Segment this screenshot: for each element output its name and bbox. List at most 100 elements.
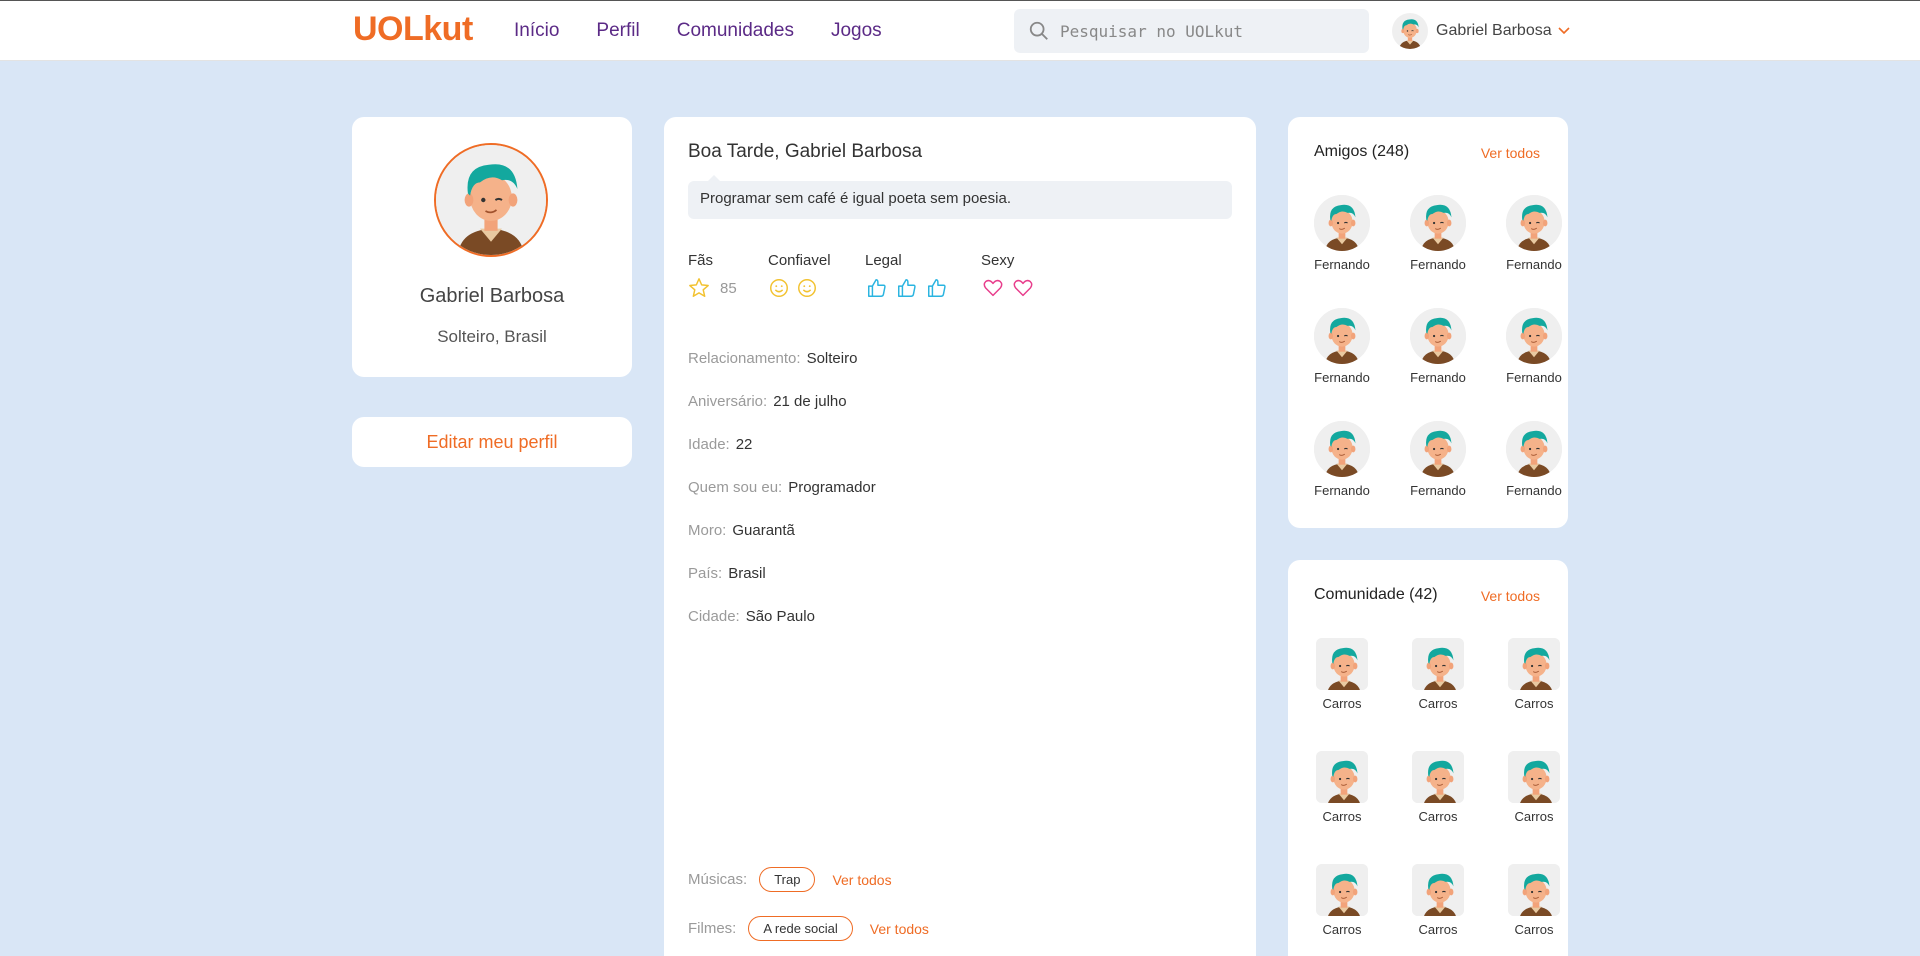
friend-item-avatar — [1410, 308, 1466, 364]
edit-profile-label: Editar meu perfil — [426, 431, 558, 452]
friend-item-avatar — [1506, 308, 1562, 364]
star-icon — [689, 278, 709, 297]
stat-fans: Fãs 85 — [688, 252, 737, 299]
friend-item-name: Fernando — [1506, 257, 1562, 272]
community-item[interactable]: Carros — [1494, 751, 1574, 824]
community-item-avatar — [1412, 864, 1464, 916]
friend-item-avatar — [1410, 195, 1466, 251]
friend-item[interactable]: Fernando — [1302, 195, 1382, 272]
community-item-avatar — [1316, 864, 1368, 916]
greeting: Boa Tarde, Gabriel Barbosa — [688, 141, 923, 162]
community-item-name: Carros — [1514, 696, 1554, 711]
edit-profile-button[interactable]: Editar meu perfil — [352, 417, 632, 467]
community-item-name: Carros — [1322, 922, 1362, 937]
friend-item[interactable]: Fernando — [1494, 195, 1574, 272]
friend-item[interactable]: Fernando — [1398, 195, 1478, 272]
main-nav: Início Perfil Comunidades Jogos — [514, 20, 919, 42]
movies-tag[interactable]: A rede social — [748, 916, 853, 941]
community-item-name: Carros — [1322, 809, 1362, 824]
community-item-name: Carros — [1514, 809, 1554, 824]
info-key: Moro: — [688, 522, 727, 539]
stat-cool-label: Legal — [865, 252, 902, 269]
community-item[interactable]: Carros — [1302, 864, 1382, 937]
user-menu[interactable]: Gabriel Barbosa — [1392, 13, 1570, 49]
info-country: País: Brasil — [688, 565, 766, 582]
friend-item[interactable]: Fernando — [1398, 308, 1478, 385]
info-value: Guarantã — [732, 522, 795, 539]
movies-see-all-link[interactable]: Ver todos — [870, 921, 929, 937]
stat-trust-label: Confiavel — [768, 252, 831, 269]
info-value: 21 de julho — [773, 393, 847, 410]
profile-avatar — [434, 143, 548, 257]
friend-item[interactable]: Fernando — [1302, 308, 1382, 385]
info-key: Relacionamento: — [688, 350, 801, 367]
search-box — [1014, 9, 1369, 53]
community-item-avatar — [1412, 751, 1464, 803]
info-value: São Paulo — [745, 608, 815, 625]
communities-title: Comunidade (42) — [1314, 586, 1438, 603]
thumbs-up-icon[interactable] — [865, 277, 889, 299]
music-tag[interactable]: Trap — [759, 867, 816, 892]
info-who-am-i: Quem sou eu: Programador — [688, 479, 876, 496]
friends-see-all-link[interactable]: Ver todos — [1481, 145, 1540, 161]
smiley-icon[interactable] — [768, 277, 790, 299]
friend-item[interactable]: Fernando — [1398, 421, 1478, 498]
community-item-name: Carros — [1418, 922, 1458, 937]
search-icon — [1029, 21, 1048, 40]
info-key: Idade: — [688, 436, 730, 453]
search-input[interactable] — [1060, 21, 1350, 41]
community-item[interactable]: Carros — [1398, 638, 1478, 711]
community-item[interactable]: Carros — [1302, 751, 1382, 824]
profile-name: Gabriel Barbosa — [419, 285, 565, 307]
info-value: Brasil — [728, 565, 766, 582]
friend-item-avatar — [1314, 308, 1370, 364]
nav-comunidades[interactable]: Comunidades — [677, 20, 794, 42]
info-relationship: Relacionamento: Solteiro — [688, 350, 857, 367]
nav-perfil[interactable]: Perfil — [596, 20, 639, 42]
communities-see-all-link[interactable]: Ver todos — [1481, 588, 1540, 604]
community-item[interactable]: Carros — [1302, 638, 1382, 711]
info-city: Cidade: São Paulo — [688, 608, 815, 625]
info-lives: Moro: Guarantã — [688, 522, 795, 539]
community-item-avatar — [1508, 638, 1560, 690]
chevron-down-icon — [1558, 27, 1570, 35]
community-item[interactable]: Carros — [1494, 638, 1574, 711]
info-value: 22 — [735, 436, 753, 453]
community-item[interactable]: Carros — [1398, 864, 1478, 937]
logo[interactable]: UOLkut — [353, 10, 473, 49]
nav-jogos[interactable]: Jogos — [831, 20, 882, 42]
community-item-name: Carros — [1418, 696, 1458, 711]
friend-item-name: Fernando — [1410, 257, 1466, 272]
movies-label: Filmes: — [688, 920, 737, 937]
music-row: Músicas: Trap Ver todos — [688, 867, 892, 892]
communities-card: Comunidade (42) Ver todos Carros Carros Ca… — [1288, 560, 1568, 956]
community-item-name: Carros — [1514, 922, 1554, 937]
friend-item-name: Fernando — [1314, 257, 1370, 272]
nav-inicio[interactable]: Início — [514, 20, 559, 42]
friend-item[interactable]: Fernando — [1494, 421, 1574, 498]
thumbs-up-icon[interactable] — [925, 277, 949, 299]
info-age: Idade: 22 — [688, 436, 752, 453]
info-value: Solteiro — [806, 350, 858, 367]
friend-item-name: Fernando — [1410, 483, 1466, 498]
heart-icon[interactable] — [1011, 277, 1035, 299]
friend-item[interactable]: Fernando — [1302, 421, 1382, 498]
movies-row: Filmes: A rede social Ver todos — [688, 916, 929, 941]
main-profile-panel: Boa Tarde, Gabriel Barbosa Programar sem… — [664, 117, 1256, 956]
community-item[interactable]: Carros — [1398, 751, 1478, 824]
community-item-avatar — [1508, 864, 1560, 916]
friend-item-avatar — [1314, 421, 1370, 477]
profile-status: Solteiro, Brasil — [437, 327, 547, 346]
profile-card: Gabriel Barbosa Solteiro, Brasil — [352, 117, 632, 377]
heart-icon[interactable] — [981, 277, 1005, 299]
music-see-all-link[interactable]: Ver todos — [832, 872, 891, 888]
friends-card: Amigos (248) Ver todos Fernando Fernando F… — [1288, 117, 1568, 528]
community-item-avatar — [1316, 751, 1368, 803]
friend-item-name: Fernando — [1506, 483, 1562, 498]
community-item-avatar — [1412, 638, 1464, 690]
friend-item[interactable]: Fernando — [1494, 308, 1574, 385]
smiley-icon[interactable] — [796, 277, 818, 299]
community-item[interactable]: Carros — [1494, 864, 1574, 937]
friend-item-name: Fernando — [1506, 370, 1562, 385]
thumbs-up-icon[interactable] — [895, 277, 919, 299]
